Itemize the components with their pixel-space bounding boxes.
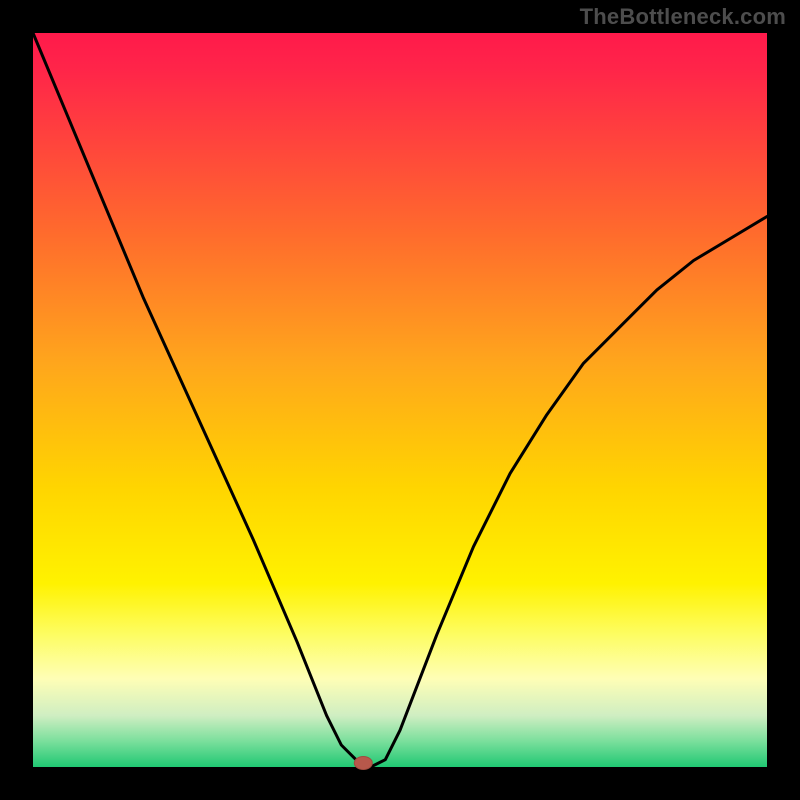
bottleneck-chart [0, 0, 800, 800]
watermark-text: TheBottleneck.com [580, 4, 786, 30]
chart-frame: TheBottleneck.com [0, 0, 800, 800]
minimum-marker [354, 757, 372, 770]
plot-area-gradient [33, 33, 767, 767]
